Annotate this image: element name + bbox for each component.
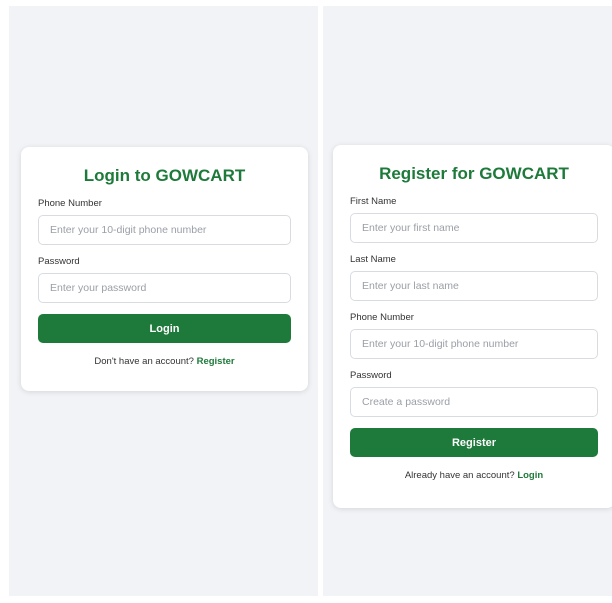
login-title: Login to GOWCART [83,166,246,185]
register-title: Register for GOWCART [379,164,569,183]
login-button[interactable]: Login [38,314,291,343]
last-name-input[interactable] [350,271,598,301]
register-password-input[interactable] [350,387,598,417]
first-name-input[interactable] [350,213,598,243]
password-input[interactable] [38,273,291,303]
login-card: Login to GOWCART Phone Number Password L… [21,147,308,391]
register-screen: Register for GOWCART First Name Last Nam… [323,6,612,596]
first-name-label: First Name [350,196,397,207]
register-phone-number-input[interactable] [350,329,598,359]
phone-number-label: Phone Number [38,198,102,209]
register-password-label: Password [350,370,392,381]
register-prompt-text: Don't have an account? [94,356,194,367]
register-prompt: Don't have an account? Register [38,356,291,367]
login-link[interactable]: Login [517,470,543,481]
login-prompt-text: Already have an account? [404,470,515,481]
register-button[interactable]: Register [350,428,598,457]
register-card: Register for GOWCART First Name Last Nam… [333,145,612,508]
register-link[interactable]: Register [197,356,235,367]
last-name-label: Last Name [350,254,396,265]
register-phone-number-label: Phone Number [350,312,414,323]
login-prompt: Already have an account? Login [350,470,598,481]
password-label: Password [38,256,80,267]
phone-number-input[interactable] [38,215,291,245]
login-screen: Login to GOWCART Phone Number Password L… [9,6,318,596]
